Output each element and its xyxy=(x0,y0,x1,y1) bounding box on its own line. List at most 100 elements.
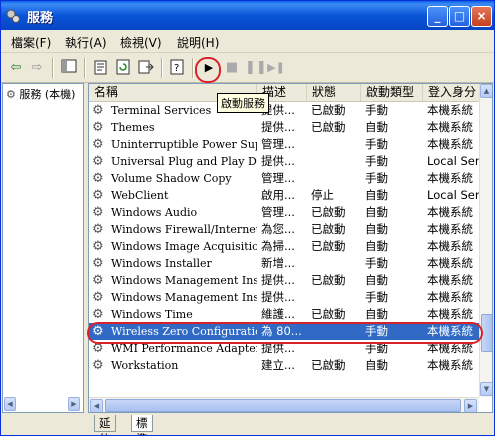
window-title: 服務 xyxy=(27,11,54,26)
maximize-button[interactable]: □ xyxy=(449,6,470,27)
tree-root-services-local[interactable]: ⚙ 服務 (本機) xyxy=(6,86,75,102)
service-row[interactable]: ⚙ Uninterruptible Power Supply 管理... 手動 本機系統 xyxy=(89,136,480,153)
service-row[interactable]: ⚙ Windows Time 維護... 已啟動 自動 本機系統 xyxy=(89,306,480,323)
tab-extended[interactable]: 延伸 xyxy=(94,415,116,435)
service-gear-icon: ⚙ xyxy=(92,205,104,220)
toolbar-separator xyxy=(52,58,54,78)
show-hide-tree-icon[interactable] xyxy=(60,59,78,77)
service-logon-as: 本機系統 xyxy=(427,239,473,253)
service-name: Universal Plug and Play Dev... xyxy=(111,155,257,168)
service-description: 維護... xyxy=(261,307,295,321)
tab-standard[interactable]: 標準 xyxy=(131,415,153,435)
menu-action[interactable]: 執行(A) xyxy=(65,34,107,51)
scroll-up-arrow[interactable]: ▲ xyxy=(480,84,492,98)
tree-pane: ⚙ 服務 (本機) ◀ ▶ xyxy=(2,83,84,413)
service-startup-type: 自動 xyxy=(365,239,388,253)
service-name: Themes xyxy=(111,121,155,134)
service-description: 新增... xyxy=(261,256,295,270)
service-logon-as: 本機系統 xyxy=(427,324,473,338)
horizontal-scrollbar[interactable]: ◀ ▶ xyxy=(89,397,479,412)
service-gear-icon: ⚙ xyxy=(92,290,104,305)
toolbar-separator xyxy=(161,58,163,78)
scroll-left-arrow[interactable]: ◀ xyxy=(90,399,103,412)
restart-service-icon[interactable]: ▶❚ xyxy=(267,59,285,77)
column-header-startup-type[interactable]: 啟動類型 xyxy=(361,84,423,101)
service-gear-icon: ⚙ xyxy=(92,120,104,135)
service-logon-as: 本機系統 xyxy=(427,307,473,321)
service-description: 提供... xyxy=(261,290,295,304)
scroll-right-arrow[interactable]: ▶ xyxy=(464,399,477,412)
service-status xyxy=(311,323,361,340)
services-window: 服務 _ □ × 檔案(F) 執行(A) 檢視(V) 說明(H) ⇦ ⇨ ? ▶ xyxy=(0,0,495,436)
service-row[interactable]: ⚙ Workstation 建立... 已啟動 自動 本機系統 xyxy=(89,357,480,374)
service-gear-icon: ⚙ xyxy=(92,256,104,271)
service-row[interactable]: ⚙ Terminal Services 提供... 已啟動 手動 本機系統 xyxy=(89,102,480,119)
vertical-scrollbar[interactable]: ▲ ▼ xyxy=(479,84,492,397)
service-logon-as: 本機系統 xyxy=(427,120,473,134)
service-description: 管理... xyxy=(261,137,295,151)
service-gear-icon: ⚙ xyxy=(92,341,104,356)
service-row[interactable]: ⚙ Windows Management Instr... 提供... 手動 本機系統 xyxy=(89,289,480,306)
scroll-right-arrow[interactable]: ▶ xyxy=(68,397,80,411)
horizontal-scroll-thumb[interactable] xyxy=(105,399,461,412)
service-row[interactable]: ⚙ Volume Shadow Copy 管理... 手動 本機系統 xyxy=(89,170,480,187)
service-startup-type: 自動 xyxy=(365,222,388,236)
service-gear-icon: ⚙ xyxy=(92,137,104,152)
start-service-icon[interactable]: ▶ xyxy=(200,59,218,77)
service-status xyxy=(311,255,361,272)
title-bar[interactable]: 服務 _ □ × xyxy=(1,1,494,30)
service-gear-icon: ⚙ xyxy=(92,239,104,254)
service-logon-as: 本機系統 xyxy=(427,273,473,287)
service-description: 建立... xyxy=(261,358,295,372)
minimize-button[interactable]: _ xyxy=(427,6,448,27)
service-status: 已啟動 xyxy=(311,358,346,372)
service-gear-icon: ⚙ xyxy=(92,154,104,169)
service-name: Volume Shadow Copy xyxy=(111,172,232,185)
service-logon-as: 本機系統 xyxy=(427,171,473,185)
menu-file[interactable]: 檔案(F) xyxy=(11,34,51,51)
service-logon-as: 本機系統 xyxy=(427,103,473,117)
back-icon[interactable]: ⇦ xyxy=(7,59,25,77)
service-status xyxy=(311,136,361,153)
service-description: 啟用... xyxy=(261,188,295,202)
stop-service-icon[interactable]: ■ xyxy=(223,59,241,77)
service-row[interactable]: ⚙ Windows Installer 新增... 手動 本機系統 xyxy=(89,255,480,272)
service-gear-icon: ⚙ xyxy=(92,358,104,373)
list-header: 名稱 描述 狀態 啟動類型 登入身分 xyxy=(89,84,492,102)
service-logon-as: 本機系統 xyxy=(427,256,473,270)
service-row[interactable]: ⚙ Themes 提供... 已啟動 自動 本機系統 xyxy=(89,119,480,136)
menu-view[interactable]: 檢視(V) xyxy=(120,34,162,51)
service-name: Windows Image Acquisition... xyxy=(111,240,257,253)
service-row[interactable]: ⚙ Wireless Zero Configuration 為 80... 手動 本機系… xyxy=(89,323,480,340)
column-header-status[interactable]: 狀態 xyxy=(307,84,361,101)
service-startup-type: 自動 xyxy=(365,273,388,287)
export-list-icon[interactable] xyxy=(137,59,155,77)
service-description: 提供... xyxy=(261,341,295,355)
service-status: 已啟動 xyxy=(311,205,346,219)
vertical-scroll-thumb[interactable] xyxy=(481,314,492,352)
svg-text:?: ? xyxy=(174,63,179,74)
service-name: Windows Audio xyxy=(111,206,198,219)
service-row[interactable]: ⚙ Universal Plug and Play Dev... 提供... 手動 Lo… xyxy=(89,153,486,170)
menu-help[interactable]: 說明(H) xyxy=(177,34,219,51)
service-row[interactable]: ⚙ Windows Audio 管理... 已啟動 自動 本機系統 xyxy=(89,204,480,221)
service-startup-type: 手動 xyxy=(365,171,388,185)
pause-service-icon[interactable]: ❚❚ xyxy=(245,59,267,77)
services-gear-icon xyxy=(5,8,21,24)
refresh-icon[interactable] xyxy=(114,59,132,77)
help-icon[interactable]: ? xyxy=(168,59,186,77)
scroll-left-arrow[interactable]: ◀ xyxy=(4,397,16,411)
service-description: 為掃... xyxy=(261,239,295,253)
properties-icon[interactable] xyxy=(91,59,109,77)
scroll-down-arrow[interactable]: ▼ xyxy=(480,382,492,396)
service-description: 為 80... xyxy=(261,324,302,338)
service-row[interactable]: ⚙ WebClient 啟用... 停止 自動 Local Serv xyxy=(89,187,486,204)
close-button[interactable]: × xyxy=(471,6,492,27)
service-row[interactable]: ⚙ Windows Image Acquisition... 為掃... 已啟動 自動 本… xyxy=(89,238,480,255)
service-row[interactable]: ⚙ Windows Management Instr... 提供... 已啟動 自動 本機… xyxy=(89,272,480,289)
service-row[interactable]: ⚙ Windows Firewall/Internet ... 為您... 已啟動 自動… xyxy=(89,221,480,238)
forward-icon[interactable]: ⇨ xyxy=(28,59,46,77)
service-startup-type: 手動 xyxy=(365,256,388,270)
service-logon-as: 本機系統 xyxy=(427,358,473,372)
service-row[interactable]: ⚙ WMI Performance Adapter 提供... 手動 本機系統 xyxy=(89,340,480,357)
